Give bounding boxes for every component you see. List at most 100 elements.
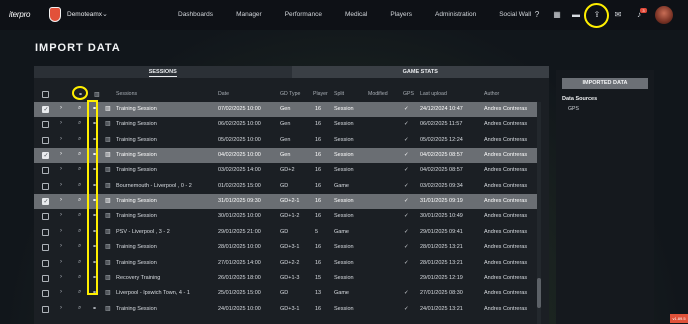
expand-chevron-icon[interactable]: › xyxy=(60,305,62,311)
table-scrollbar[interactable] xyxy=(537,102,541,324)
imported-data-button[interactable]: IMPORTED DATA xyxy=(562,78,648,89)
row-checkbox[interactable] xyxy=(42,290,49,298)
trash-icon[interactable]: ▥ xyxy=(105,166,111,173)
select-all-checkbox[interactable] xyxy=(42,91,49,98)
table-row[interactable]: › ⌕ ⚭ ▥ Training Session 27/01/2025 14:00 GD+2… xyxy=(34,256,537,271)
col-author[interactable]: Author xyxy=(484,91,499,97)
link-icon[interactable]: ⚭ xyxy=(92,305,97,312)
row-checkbox[interactable] xyxy=(42,136,49,144)
trash-icon[interactable]: ▥ xyxy=(94,91,100,98)
expand-chevron-icon[interactable]: › xyxy=(60,212,62,218)
search-icon[interactable]: ⌕ xyxy=(78,136,81,143)
table-row[interactable]: › ⌕ ⚭ ▥ Training Session 03/02/2025 14:00 GD+2… xyxy=(34,163,537,178)
table-row[interactable]: ›⌕⚭▥Training Session07/02/2025 10:00Gen1… xyxy=(34,102,537,118)
expand-chevron-icon[interactable]: › xyxy=(60,151,62,157)
search-icon[interactable]: ⌕ xyxy=(78,105,81,112)
search-icon[interactable]: ⌕ xyxy=(78,212,81,219)
expand-chevron-icon[interactable]: › xyxy=(60,243,62,249)
row-checkbox[interactable] xyxy=(42,259,49,267)
trash-icon[interactable]: ▥ xyxy=(105,274,111,281)
nav-item-players[interactable]: Players xyxy=(390,11,412,18)
expand-chevron-icon[interactable]: › xyxy=(60,182,62,188)
expand-chevron-icon[interactable]: › xyxy=(60,166,62,172)
trash-icon[interactable]: ▥ xyxy=(105,212,111,219)
search-icon[interactable]: ⌕ xyxy=(78,228,81,235)
col-last-upload[interactable]: Last upload xyxy=(420,91,447,97)
avatar[interactable] xyxy=(655,6,673,24)
col-split[interactable]: Split xyxy=(334,91,344,97)
col-gd-type[interactable]: GD Type xyxy=(280,91,300,97)
col-date[interactable]: Date xyxy=(218,91,229,97)
search-icon[interactable]: ⌕ xyxy=(78,289,81,296)
trash-icon[interactable]: ▥ xyxy=(105,182,111,189)
search-icon[interactable]: ⌕ xyxy=(78,305,81,312)
trash-icon[interactable]: ▥ xyxy=(105,120,111,127)
expand-chevron-icon[interactable]: › xyxy=(60,136,62,142)
trash-icon[interactable]: ▥ xyxy=(105,136,111,143)
search-icon[interactable]: ⌕ xyxy=(78,182,81,189)
trash-icon[interactable]: ▥ xyxy=(105,243,111,250)
table-row[interactable]: › ⌕ ⚭ ▥ Training Session 06/02/2025 10:00 Gen 1… xyxy=(34,117,537,132)
app-logo[interactable]: iterpro xyxy=(9,10,30,19)
help-icon[interactable]: ? xyxy=(532,10,542,20)
col-gps[interactable]: GPS xyxy=(403,91,414,97)
chat-icon[interactable]: ✉ xyxy=(613,10,623,20)
search-icon[interactable]: ⌕ xyxy=(78,120,81,127)
row-checkbox[interactable] xyxy=(42,244,49,252)
expand-chevron-icon[interactable]: › xyxy=(60,274,62,280)
search-icon[interactable]: ⌕ xyxy=(78,197,81,204)
nav-item-administration[interactable]: Administration xyxy=(435,11,476,18)
calendar-icon[interactable]: ▦ xyxy=(552,10,562,20)
trash-icon[interactable]: ▥ xyxy=(105,289,111,296)
table-row[interactable]: › ⌕ ⚭ ▥ Training Session 24/01/2025 10:00 GD+3… xyxy=(34,302,537,317)
trash-icon[interactable]: ▥ xyxy=(105,259,111,266)
expand-chevron-icon[interactable]: › xyxy=(60,197,62,203)
search-icon[interactable]: ⌕ xyxy=(78,243,81,250)
chevron-down-icon[interactable]: ⌄ xyxy=(102,10,108,18)
expand-chevron-icon[interactable]: › xyxy=(60,120,62,126)
table-row[interactable]: › ⌕ ⚭ ▥ Bournemouth - Liverpool , 0 - 2 01/02… xyxy=(34,179,537,194)
table-row[interactable]: › ⌕ ⚭ ▥ Training Session 05/02/2025 10:00 Gen 1… xyxy=(34,133,537,148)
team-selector[interactable]: Demoteamx xyxy=(67,11,102,18)
expand-chevron-icon[interactable]: › xyxy=(60,259,62,265)
col-player[interactable]: Player xyxy=(313,91,328,97)
row-checkbox[interactable] xyxy=(42,305,49,313)
row-checkbox[interactable] xyxy=(42,182,49,190)
row-checkbox[interactable] xyxy=(42,167,49,175)
nav-item-medical[interactable]: Medical xyxy=(345,11,367,18)
table-row[interactable]: ›⌕⚭▥Training Session04/02/2025 10:00Gen1… xyxy=(34,148,537,164)
trash-icon[interactable]: ▥ xyxy=(105,197,111,204)
expand-chevron-icon[interactable]: › xyxy=(60,105,62,111)
table-row[interactable]: › ⌕ ⚭ ▥ Recovery Training 26/01/2025 18:00 GD+… xyxy=(34,271,537,286)
table-row[interactable]: › ⌕ ⚭ ▥ Liverpool - Ipswich Town, 4 - 1 25/01… xyxy=(34,286,537,301)
search-icon[interactable]: ⌕ xyxy=(78,259,81,266)
search-icon[interactable]: ⌕ xyxy=(78,274,81,281)
trash-icon[interactable]: ▥ xyxy=(105,151,111,158)
table-row[interactable]: › ⌕ ⚭ ▥ PSV - Liverpool , 3 - 2 29/01/2025 21… xyxy=(34,225,537,240)
row-checkbox[interactable] xyxy=(42,121,49,129)
tab-sessions[interactable]: SESSIONS xyxy=(34,66,292,78)
search-icon[interactable]: ⌕ xyxy=(78,166,81,173)
expand-chevron-icon[interactable]: › xyxy=(60,289,62,295)
trash-icon[interactable]: ▥ xyxy=(105,228,111,235)
table-row[interactable]: › ⌕ ⚭ ▥ Training Session 28/01/2025 10:00 GD+3… xyxy=(34,240,537,255)
row-checkbox[interactable] xyxy=(42,213,49,221)
search-icon[interactable]: ⌕ xyxy=(78,151,81,158)
data-source-item[interactable]: GPS xyxy=(568,106,579,112)
col-sessions[interactable]: Sessions xyxy=(116,91,137,97)
scroll-thumb[interactable] xyxy=(537,278,541,308)
row-checkbox[interactable] xyxy=(42,152,49,160)
trash-icon[interactable]: ▥ xyxy=(105,305,111,312)
row-checkbox[interactable] xyxy=(42,228,49,236)
table-row[interactable]: › ⌕ ⚭ ▥ Training Session 30/01/2025 10:00 GD+1… xyxy=(34,209,537,224)
nav-item-manager[interactable]: Manager xyxy=(236,11,262,18)
nav-item-social-wall[interactable]: Social Wall xyxy=(499,11,531,18)
folder-icon[interactable]: ▬ xyxy=(571,10,581,20)
trash-icon[interactable]: ▥ xyxy=(105,105,111,112)
table-row[interactable]: ›⌕⚭▥Training Session31/01/2025 09:30GD+2… xyxy=(34,194,537,210)
row-checkbox[interactable] xyxy=(42,106,49,113)
col-modified[interactable]: Modified xyxy=(368,91,388,97)
tab-game-stats[interactable]: GAME STATS xyxy=(291,66,549,78)
row-checkbox[interactable] xyxy=(42,198,49,206)
row-checkbox[interactable] xyxy=(42,274,49,282)
